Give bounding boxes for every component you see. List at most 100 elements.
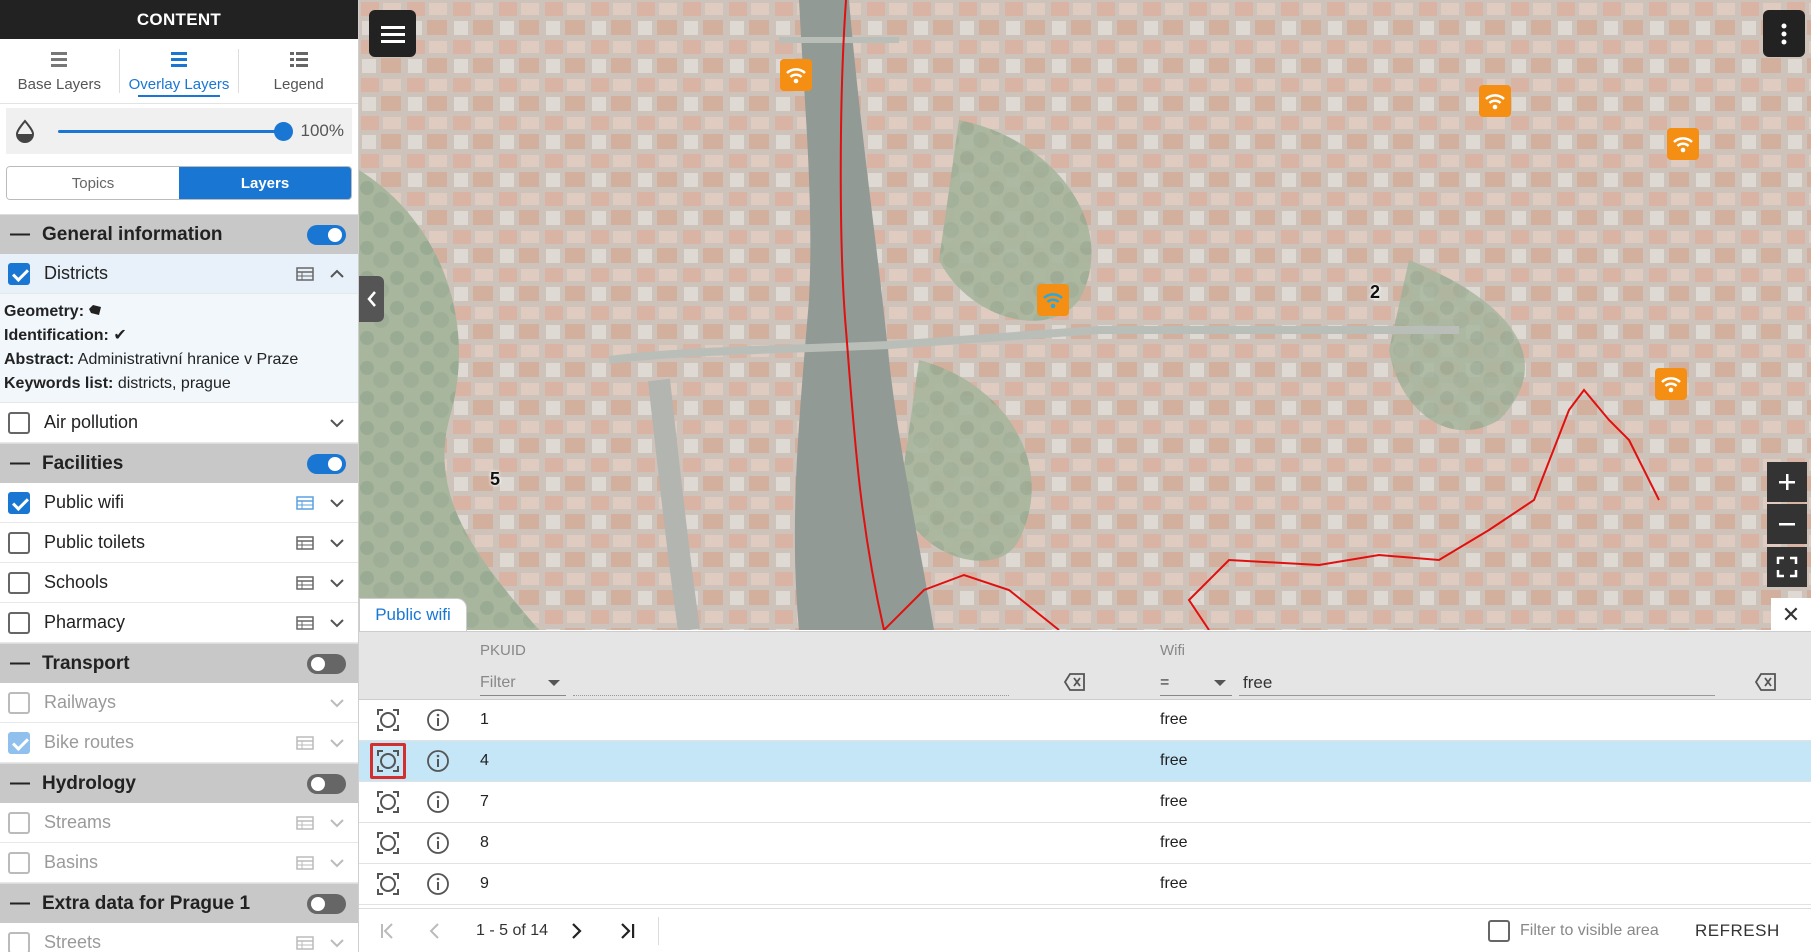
attribute-table-icon[interactable] bbox=[296, 495, 314, 510]
refresh-button[interactable]: REFRESH bbox=[1695, 921, 1780, 941]
layer-schools[interactable]: Schools bbox=[0, 563, 358, 603]
group-visibility-toggle[interactable] bbox=[307, 773, 346, 794]
first-page-icon[interactable] bbox=[378, 921, 398, 941]
wifi-marker[interactable] bbox=[1667, 128, 1699, 160]
layer-checkbox[interactable] bbox=[8, 262, 30, 285]
feature-info-button[interactable] bbox=[425, 789, 451, 815]
tab-legend[interactable]: Legend bbox=[239, 39, 358, 103]
more-options-button[interactable] bbox=[1763, 10, 1805, 57]
fullscreen-button[interactable] bbox=[1767, 547, 1807, 587]
wifi-marker-selected[interactable] bbox=[1037, 284, 1069, 316]
attribute-table-icon[interactable] bbox=[296, 535, 314, 550]
pkuid-filter-operator[interactable]: Filter bbox=[480, 670, 566, 696]
menu-button[interactable] bbox=[369, 10, 416, 57]
zoom-to-feature-button[interactable] bbox=[370, 702, 406, 738]
wifi-filter-operator[interactable]: = bbox=[1160, 670, 1232, 696]
zoom-to-feature-button[interactable] bbox=[370, 825, 406, 861]
chevron-down-icon[interactable] bbox=[328, 494, 346, 512]
layer-bike-routes[interactable]: Bike routes bbox=[0, 723, 358, 763]
table-row[interactable]: 7 free bbox=[359, 782, 1811, 823]
feature-info-button[interactable] bbox=[425, 707, 451, 733]
layer-districts[interactable]: Districts bbox=[0, 254, 358, 294]
table-row-selected[interactable]: 4 free bbox=[359, 741, 1811, 782]
attribute-table-icon[interactable] bbox=[296, 615, 314, 630]
group-hydrology[interactable]: — Hydrology bbox=[0, 763, 358, 803]
zoom-to-feature-button[interactable] bbox=[370, 866, 406, 902]
collapse-group-icon[interactable]: — bbox=[10, 223, 42, 246]
table-row[interactable]: 9 free bbox=[359, 864, 1811, 905]
layer-streams[interactable]: Streams bbox=[0, 803, 358, 843]
chevron-down-icon[interactable] bbox=[328, 614, 346, 632]
attribute-table-icon[interactable] bbox=[296, 575, 314, 590]
layer-streets[interactable]: Streets bbox=[0, 923, 358, 952]
wifi-marker[interactable] bbox=[780, 59, 812, 91]
group-visibility-toggle[interactable] bbox=[307, 893, 346, 914]
tab-public-wifi[interactable]: Public wifi bbox=[359, 598, 467, 631]
layer-checkbox[interactable] bbox=[8, 571, 30, 594]
collapse-group-icon[interactable]: — bbox=[10, 892, 42, 915]
group-visibility-toggle[interactable] bbox=[307, 453, 346, 474]
previous-page-icon[interactable] bbox=[425, 921, 445, 941]
layer-pharmacy[interactable]: Pharmacy bbox=[0, 603, 358, 643]
layer-air-pollution[interactable]: Air pollution bbox=[0, 403, 358, 443]
group-general-information[interactable]: — General information bbox=[0, 214, 358, 254]
clear-filter-icon[interactable] bbox=[1064, 672, 1086, 692]
layers-toggle-button[interactable]: Layers bbox=[179, 167, 351, 199]
group-visibility-toggle[interactable] bbox=[307, 224, 346, 245]
zoom-to-feature-button[interactable] bbox=[370, 784, 406, 820]
collapse-sidebar-button[interactable] bbox=[359, 276, 384, 322]
group-extra-data-prague-1[interactable]: — Extra data for Prague 1 bbox=[0, 883, 358, 923]
chevron-down-icon[interactable] bbox=[328, 814, 346, 832]
feature-info-button[interactable] bbox=[425, 748, 451, 774]
layer-checkbox[interactable] bbox=[8, 611, 30, 634]
chevron-down-icon[interactable] bbox=[328, 854, 346, 872]
wifi-marker[interactable] bbox=[1479, 85, 1511, 117]
next-page-icon[interactable] bbox=[566, 921, 586, 941]
layer-checkbox[interactable] bbox=[8, 731, 30, 754]
chevron-down-icon[interactable] bbox=[328, 734, 346, 752]
tab-overlay-layers[interactable]: Overlay Layers bbox=[120, 39, 239, 103]
layer-checkbox[interactable] bbox=[8, 531, 30, 554]
layer-checkbox[interactable] bbox=[8, 931, 30, 952]
attribute-table-icon[interactable] bbox=[296, 735, 314, 750]
group-transport[interactable]: — Transport bbox=[0, 643, 358, 683]
chevron-up-icon[interactable] bbox=[328, 265, 346, 283]
zoom-out-button[interactable] bbox=[1767, 504, 1807, 544]
group-facilities[interactable]: — Facilities bbox=[0, 443, 358, 483]
collapse-group-icon[interactable]: — bbox=[10, 452, 42, 475]
tab-base-layers[interactable]: Base Layers bbox=[0, 39, 119, 103]
collapse-group-icon[interactable]: — bbox=[10, 652, 42, 675]
chevron-down-icon[interactable] bbox=[328, 694, 346, 712]
group-visibility-toggle[interactable] bbox=[307, 653, 346, 674]
chevron-down-icon[interactable] bbox=[328, 574, 346, 592]
chevron-down-icon[interactable] bbox=[328, 534, 346, 552]
layer-public-wifi[interactable]: Public wifi bbox=[0, 483, 358, 523]
chevron-down-icon[interactable] bbox=[328, 934, 346, 952]
attribute-table-icon[interactable] bbox=[296, 815, 314, 830]
chevron-down-icon[interactable] bbox=[328, 414, 346, 432]
attribute-table-icon[interactable] bbox=[296, 266, 314, 281]
collapse-group-icon[interactable]: — bbox=[10, 772, 42, 795]
filter-visible-area-checkbox[interactable] bbox=[1488, 920, 1510, 942]
table-row[interactable]: 8 free bbox=[359, 823, 1811, 864]
wifi-marker[interactable] bbox=[1655, 368, 1687, 400]
layer-railways[interactable]: Railways bbox=[0, 683, 358, 723]
close-table-button[interactable]: ✕ bbox=[1771, 598, 1811, 631]
layer-checkbox[interactable] bbox=[8, 411, 30, 434]
zoom-in-button[interactable] bbox=[1767, 462, 1807, 502]
map-view[interactable]: 5 2 bbox=[359, 0, 1811, 630]
attribute-table-icon[interactable] bbox=[296, 855, 314, 870]
wifi-filter-input[interactable]: free bbox=[1239, 670, 1715, 696]
layer-public-toilets[interactable]: Public toilets bbox=[0, 523, 358, 563]
zoom-to-feature-button[interactable] bbox=[370, 743, 406, 779]
feature-info-button[interactable] bbox=[425, 871, 451, 897]
pkuid-filter-input[interactable] bbox=[573, 670, 1009, 696]
last-page-icon[interactable] bbox=[617, 921, 637, 941]
layer-checkbox[interactable] bbox=[8, 811, 30, 834]
layer-checkbox[interactable] bbox=[8, 491, 30, 514]
feature-info-button[interactable] bbox=[425, 830, 451, 856]
layer-checkbox[interactable] bbox=[8, 691, 30, 714]
topics-toggle-button[interactable]: Topics bbox=[7, 167, 179, 199]
table-row[interactable]: 1 free bbox=[359, 700, 1811, 741]
layer-checkbox[interactable] bbox=[8, 851, 30, 874]
